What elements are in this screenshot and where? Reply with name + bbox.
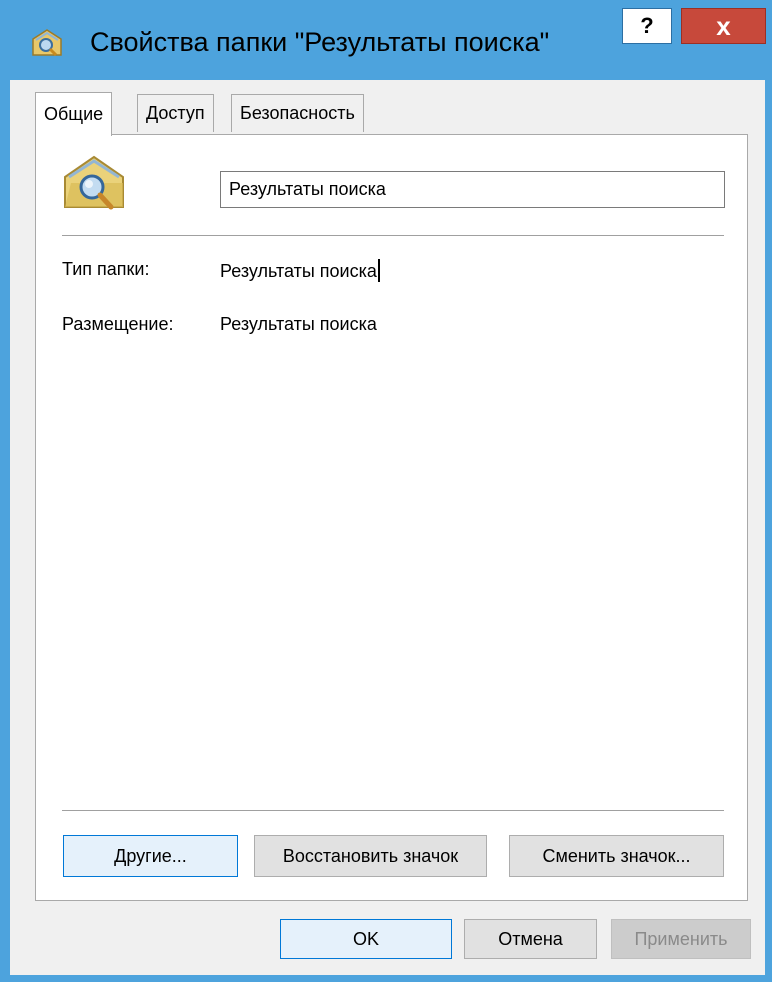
text-caret (377, 259, 380, 282)
dialog-client-area: Общие Доступ Безопасность Результаты пои… (10, 80, 765, 975)
tab-access[interactable]: Доступ (137, 94, 214, 132)
help-button[interactable]: ? (622, 8, 672, 44)
search-folder-icon (64, 155, 124, 210)
cancel-button[interactable]: Отмена (464, 919, 597, 959)
general-tab-panel: Результаты поиска Тип папки: Результаты … (35, 134, 748, 901)
other-button[interactable]: Другие... (63, 835, 238, 877)
search-folder-icon (32, 29, 62, 57)
tab-security[interactable]: Безопасность (231, 94, 364, 132)
title-bar[interactable]: Свойства папки "Результаты поиска" ? x (0, 0, 772, 80)
folder-name-field[interactable]: Результаты поиска (220, 171, 725, 208)
close-button[interactable]: x (681, 8, 766, 44)
window-title: Свойства папки "Результаты поиска" (90, 27, 550, 57)
folder-type-value: Результаты поиска (220, 259, 380, 282)
folder-properties-window: Свойства папки "Результаты поиска" ? x О… (0, 0, 772, 982)
separator (62, 810, 724, 811)
location-value: Результаты поиска (220, 314, 377, 334)
tab-general[interactable]: Общие (35, 92, 113, 136)
restore-icon-button[interactable]: Восстановить значок (254, 835, 487, 877)
separator (62, 235, 724, 236)
change-icon-button[interactable]: Сменить значок... (509, 835, 724, 877)
ok-button[interactable]: OK (280, 919, 452, 959)
location-label: Размещение: (62, 314, 174, 334)
apply-button: Применить (611, 919, 751, 959)
folder-type-label: Тип папки: (62, 259, 150, 279)
